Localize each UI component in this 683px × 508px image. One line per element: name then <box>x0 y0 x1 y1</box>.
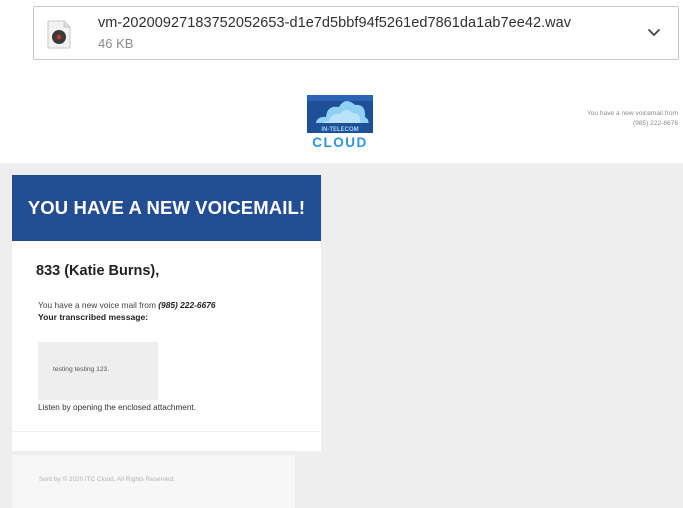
header-notice-line-1: You have a new voicemail from <box>586 110 678 117</box>
transcribed-message-label: Your transcribed message: <box>38 312 149 322</box>
header-notice-line-2: (985) 222-6676 <box>632 119 678 127</box>
svg-text:IN-TELECOM: IN-TELECOM <box>321 127 358 133</box>
audio-file-icon <box>46 20 72 49</box>
attachment-file-size: 46 KB <box>98 36 134 51</box>
transcript-box: testing testing 123. <box>38 342 158 400</box>
cloud-logo-icon: IN-TELECOM <box>307 95 373 133</box>
transcript-text: testing testing 123. <box>53 366 110 373</box>
caller-line: You have a new voice mail from (985) 222… <box>38 300 216 310</box>
voicemail-banner: YOU HAVE A NEW VOICEMAIL! <box>12 175 321 241</box>
footer-copyright: Sent by © 2020 ITC Cloud, All Rights Res… <box>39 476 175 483</box>
recipient-greeting: 833 (Katie Burns), <box>36 263 160 279</box>
attachment-file-name[interactable]: vm-20200927183752052653-d1e7d5bbf94f5261… <box>98 15 571 31</box>
footer: Sent by © 2020 ITC Cloud, All Rights Res… <box>12 455 295 508</box>
voicemail-card: YOU HAVE A NEW VOICEMAIL! 833 (Katie Bur… <box>12 175 321 451</box>
chevron-down-icon[interactable] <box>646 24 662 40</box>
caller-line-prefix: You have a new voice mail from <box>38 300 159 310</box>
company-logo: IN-TELECOM CLOUD <box>302 92 378 154</box>
card-divider <box>12 431 321 432</box>
logo-wordmark: CLOUD <box>312 135 368 150</box>
caller-number: (985) 222-6676 <box>158 300 216 310</box>
header-notice: You have a new voicemail from (985) 222-… <box>520 109 678 128</box>
listen-instruction: Listen by opening the enclosed attachmen… <box>38 403 196 412</box>
attachment-chip[interactable]: vm-20200927183752052653-d1e7d5bbf94f5261… <box>33 6 679 60</box>
